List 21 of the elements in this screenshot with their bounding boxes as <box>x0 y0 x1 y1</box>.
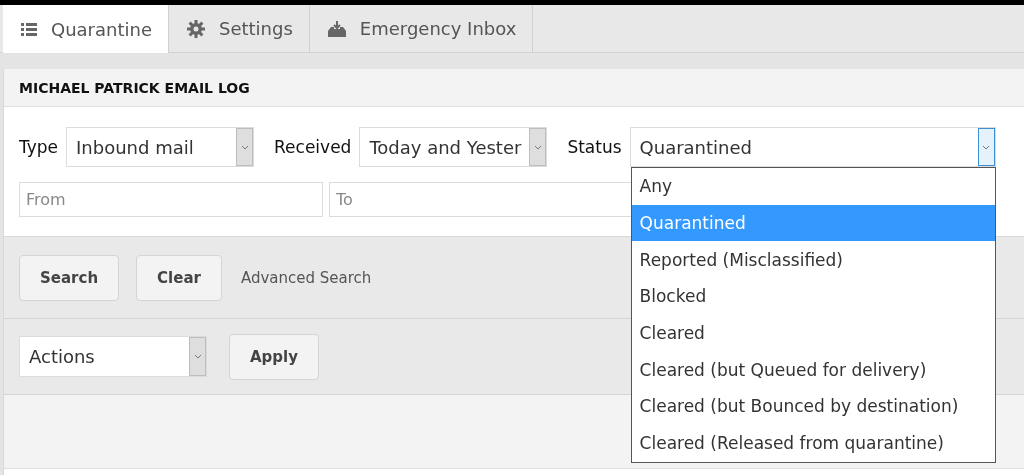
filter-label: Type <box>19 137 59 157</box>
filter-label: Received <box>274 137 352 157</box>
input-field[interactable]: From <box>19 182 323 217</box>
apply-button[interactable]: Apply <box>229 333 319 380</box>
select-field[interactable]: Inbound mail <box>66 127 255 167</box>
filter-label: Status <box>567 137 622 157</box>
action-button[interactable]: Clear <box>136 254 222 301</box>
inbox-download-icon <box>327 20 346 37</box>
tab[interactable]: Quarantine <box>3 5 169 53</box>
caret-icon <box>982 144 991 150</box>
input-field[interactable]: To <box>329 182 633 217</box>
settings-icon <box>187 19 205 38</box>
action-button[interactable]: Search <box>19 254 120 301</box>
select-field[interactable]: Quarantined <box>629 127 996 167</box>
actions-select[interactable]: Actions <box>19 336 207 377</box>
caret-icon <box>533 144 542 150</box>
select-field[interactable]: Today and Yester <box>359 127 548 167</box>
list-icon <box>21 22 37 36</box>
advanced-search-link[interactable]: Advanced Search <box>240 268 372 287</box>
caret-icon <box>240 144 249 150</box>
caret-icon <box>193 354 202 359</box>
